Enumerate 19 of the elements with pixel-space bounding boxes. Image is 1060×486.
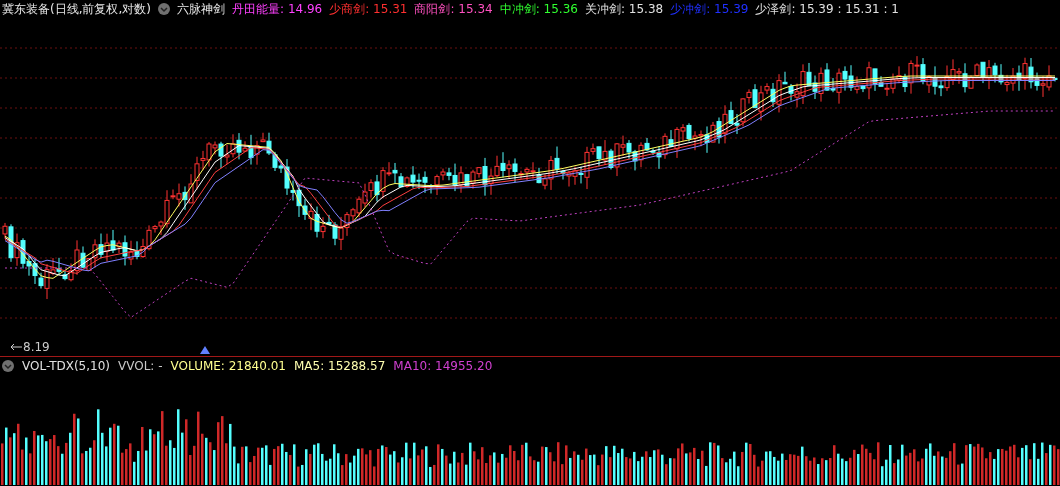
indicator-value: 中冲剑: 15.36 <box>499 0 578 18</box>
indicator-name: 六脉神剑 <box>177 0 225 18</box>
stock-title: 冀东装备(日线,前复权,对数) <box>2 0 151 18</box>
chevron-circle-icon[interactable] <box>158 3 170 15</box>
indicator-value: 商阳剑: 15.34 <box>414 0 493 18</box>
volume-value: MA5: 15288.57 <box>294 359 386 373</box>
triangle-icon <box>200 346 210 354</box>
volume-indicator-name: VOL-TDX(5,10) <box>22 359 111 373</box>
indicator-value: 少商剑: 15.31 <box>329 0 408 18</box>
price-label: 8.19 <box>23 340 50 354</box>
indicator-value: 关冲剑: 15.38 <box>584 0 664 18</box>
indicator-value: 少泽剑: 15.39 : 15.31 : 1 <box>755 0 899 18</box>
indicator-value: 丹田能量: 14.96 <box>232 0 323 18</box>
volume-value: MA10: 14955.20 <box>393 359 493 373</box>
volume-value: VVOL: - <box>118 359 163 373</box>
chevron-circle-icon[interactable] <box>2 360 14 372</box>
indicator-value: 少冲剑: 15.39 <box>670 0 749 18</box>
volume-value: VOLUME: 21840.01 <box>170 359 286 373</box>
arrow-icon <box>10 343 22 351</box>
